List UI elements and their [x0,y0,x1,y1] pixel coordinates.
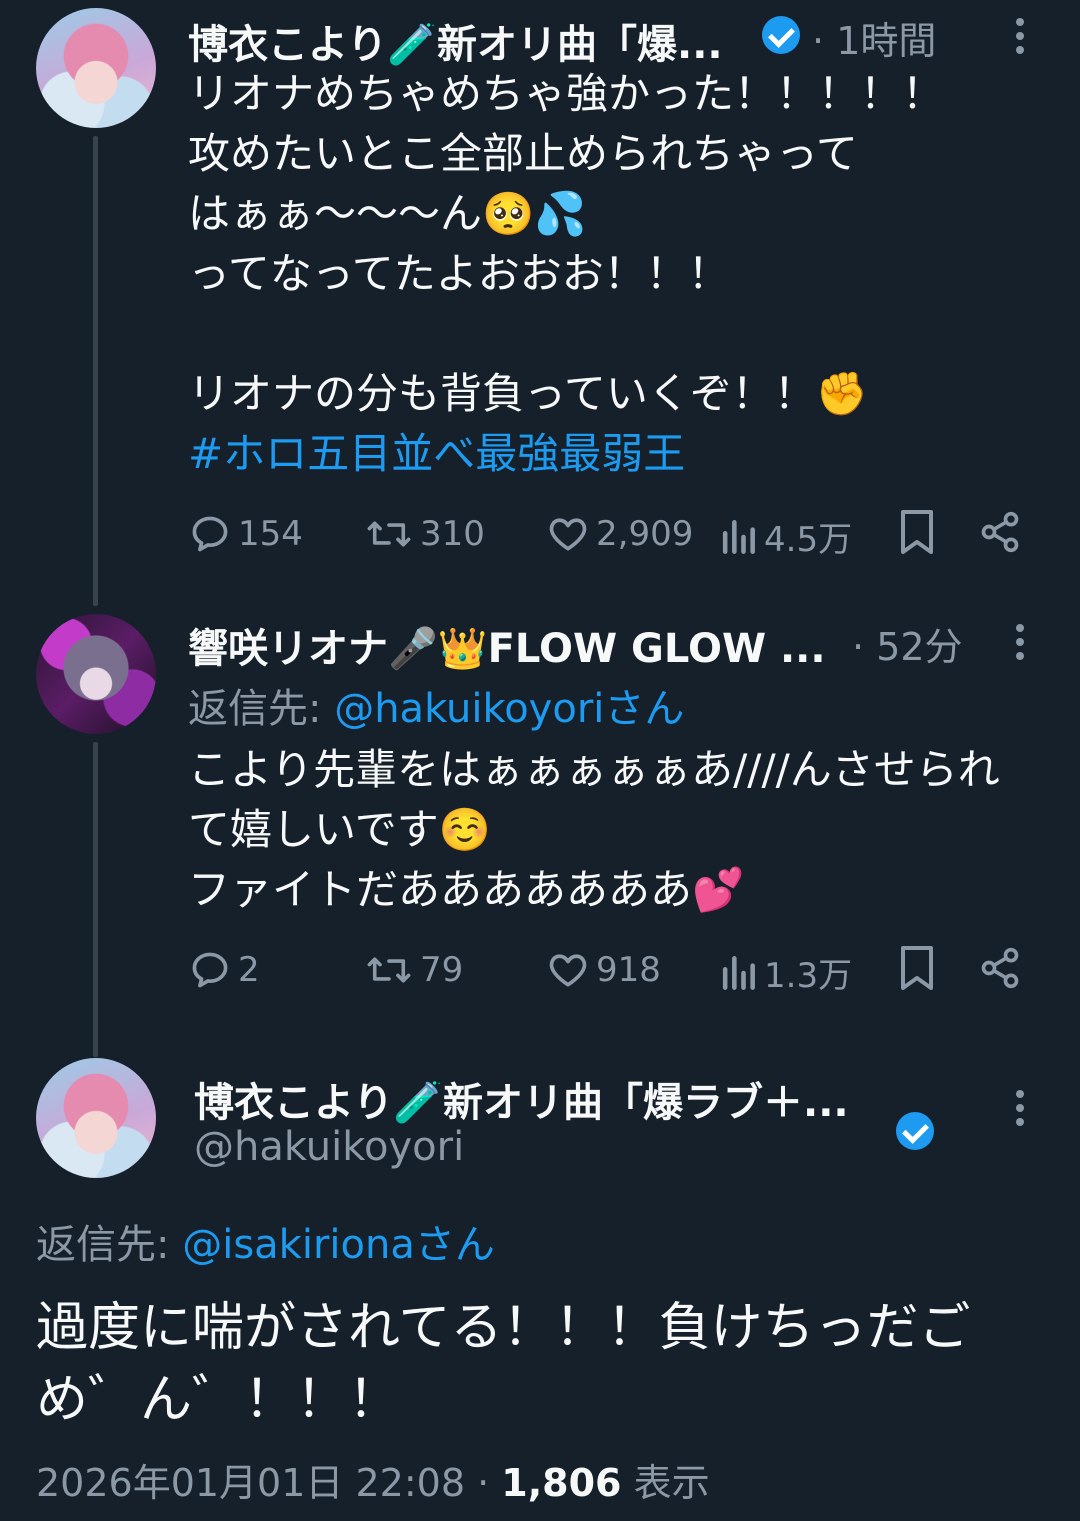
analytics-icon [722,519,755,554]
verified-badge-icon [762,16,800,54]
display-name-text: 響咲リオナ🎤👑FLOW GLOW ... [188,626,826,672]
display-name-text: 博衣こより🧪新オリ曲「爆ラブ＋... [194,1080,849,1126]
bookmark-button[interactable] [896,508,938,560]
display-name[interactable]: 博衣こより🧪新オリ曲「爆... [188,12,723,70]
time-text: 1時間 [836,19,937,63]
reply-to-handle[interactable]: @hakuikoyoriさん [334,686,684,732]
hashtag-link[interactable]: #ホロ五目並べ最強最弱王 [188,424,685,484]
retweet-icon [367,521,411,547]
views-button[interactable]: 1.3万 [718,948,852,997]
bookmark-icon [901,946,933,990]
verified-badge-icon [896,1112,934,1150]
timestamp[interactable]: · 52分 [852,616,963,671]
heart-icon [549,518,587,551]
like-button[interactable]: 918 [546,948,661,992]
reply-to: 返信先: @hakuikoyoriさん [188,676,684,734]
like-count: 918 [596,950,661,990]
share-button[interactable] [978,510,1022,558]
reply-count: 154 [238,514,303,554]
timestamp[interactable]: · 1時間 [812,10,936,65]
tweet-text: こより先輩をはぁぁぁぁぁあ////んさせられ て嬉しいです☺️ ファイトだあああ… [188,745,1000,914]
share-button[interactable] [978,946,1022,994]
retweet-button[interactable]: 310 [364,512,485,556]
retweet-count: 79 [420,950,464,990]
like-count: 2,909 [596,514,694,554]
retweet-count: 310 [420,514,485,554]
views-count: 1,806 [501,1461,622,1505]
full-timestamp[interactable]: 2026年01月01日 22:08 [36,1461,465,1505]
more-options-icon[interactable] [1010,624,1030,660]
bookmark-icon [901,510,933,554]
separator: · [477,1461,490,1505]
reply-button[interactable]: 2 [188,948,260,992]
retweet-icon [367,957,411,983]
like-button[interactable]: 2,909 [546,512,693,556]
views-button[interactable]: 4.5万 [718,512,852,561]
analytics-icon [722,955,755,990]
avatar[interactable] [36,1058,156,1178]
tweet-1[interactable]: 博衣こより🧪新オリ曲「爆... · 1時間 リオナめちゃめちゃ強かった！！！！！… [0,0,1080,560]
avatar[interactable] [36,614,156,734]
reply-to: 返信先: @isakirionaさん [36,1212,495,1270]
reply-count: 2 [238,950,260,990]
view-count: 4.5万 [764,520,853,560]
reply-button[interactable]: 154 [188,512,303,556]
avatar[interactable] [36,8,156,128]
reply-icon [192,952,228,988]
display-name-text: 博衣こより🧪新オリ曲「爆... [188,22,723,68]
tweet-text: リオナめちゃめちゃ強かった！！！！！ 攻めたいとこ全部止められちゃって はぁぁ〜… [188,69,945,418]
retweet-button[interactable]: 79 [364,948,463,992]
tweet-text: 過度に喘がされてる！！！負けちっだご め゛ん゛！！！ [36,1298,971,1430]
view-count: 1.3万 [764,956,853,996]
separator: · [852,625,865,669]
reply-to-label: 返信先: [36,1222,183,1268]
bookmark-button[interactable] [896,944,938,996]
handle[interactable]: @hakuikoyori [194,1124,464,1170]
thread-connector-2 [93,742,98,1057]
reply-to-label: 返信先: [188,686,335,732]
views-label: 表示 [633,1461,710,1505]
share-icon [981,511,1019,553]
heart-icon [549,954,587,987]
more-options-icon[interactable] [1010,18,1030,54]
share-icon [981,947,1019,989]
more-options-icon[interactable] [1010,1090,1030,1126]
reply-to-handle[interactable]: @isakirionaさん [182,1222,495,1268]
tweet-footer-meta: 2026年01月01日 22:08 · 1,806 表示 [36,1452,710,1507]
time-text: 52分 [876,625,963,669]
display-name[interactable]: 博衣こより🧪新オリ曲「爆ラブ＋... [194,1070,849,1128]
display-name[interactable]: 響咲リオナ🎤👑FLOW GLOW ... [188,616,826,674]
reply-icon [192,516,228,552]
thread-connector-1 [93,136,98,606]
separator: · [812,19,825,63]
